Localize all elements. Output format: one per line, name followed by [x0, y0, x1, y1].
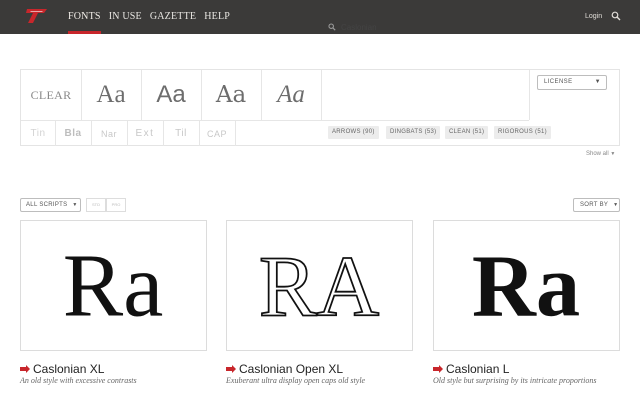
- chevron-down-icon: ▼: [72, 202, 78, 208]
- font-desc-3: Old style but surprising by its intricat…: [433, 376, 597, 385]
- sort-select[interactable]: SORT BY ▼: [573, 198, 620, 212]
- pointing-hand-icon: [226, 365, 236, 373]
- style-titling[interactable]: Til: [163, 121, 199, 146]
- sample-slab: Aa: [215, 82, 247, 108]
- font-card-1[interactable]: Ra: [20, 220, 207, 351]
- login-link[interactable]: Login: [585, 13, 602, 20]
- chevron-down-icon: ▼: [594, 79, 601, 85]
- font-name-1: Caslonian XL: [33, 362, 105, 376]
- sample-script: Aa: [277, 81, 305, 108]
- font-card-2[interactable]: RA: [226, 220, 413, 351]
- nav-in-use[interactable]: IN USE: [109, 0, 142, 34]
- font-title-2[interactable]: Caslonian Open XL: [226, 362, 343, 376]
- font-title-3[interactable]: Caslonian L: [433, 362, 509, 376]
- classification-slab[interactable]: Aa: [201, 70, 261, 120]
- search-icon: [328, 23, 336, 31]
- font-name-3: Caslonian L: [446, 362, 510, 376]
- show-all-label: Show all: [586, 151, 609, 157]
- font-specimen-1: Ra: [63, 235, 164, 336]
- pointing-hand-icon: [433, 365, 443, 373]
- style-extended[interactable]: Ext: [127, 121, 163, 146]
- style-thin[interactable]: Tin: [21, 121, 55, 146]
- license-label: LICENSE: [544, 79, 573, 85]
- font-search[interactable]: Caslonian: [328, 20, 377, 34]
- toggle-std[interactable]: STD: [86, 198, 106, 212]
- classification-serif[interactable]: Aa: [81, 70, 141, 120]
- style-titling-label: Til: [175, 128, 187, 139]
- tag-rigorous[interactable]: RIGOROUS (51): [494, 126, 551, 139]
- style-narrow[interactable]: Nar: [91, 121, 127, 146]
- tag-dingbats[interactable]: DINGBATS (53): [386, 126, 441, 139]
- nav-help[interactable]: HELP: [204, 0, 230, 34]
- font-desc-1: An old style with excessive contrasts: [20, 376, 137, 385]
- chevron-down-icon: ▼: [613, 202, 619, 208]
- sort-label: SORT BY: [580, 202, 609, 208]
- font-desc-2: Exuberant ultra display open caps old st…: [226, 376, 366, 385]
- search-icon[interactable]: [611, 11, 621, 21]
- license-select[interactable]: LICENSE ▼: [537, 75, 607, 90]
- font-name-2: Caslonian Open XL: [239, 362, 344, 376]
- style-extended-label: Ext: [135, 128, 155, 139]
- specimen-text-1: Ra: [63, 235, 164, 336]
- chevron-down-icon: ▼: [610, 151, 616, 157]
- style-black-label: Bla: [64, 128, 82, 139]
- font-card-3[interactable]: Ra: [433, 220, 620, 351]
- style-narrow-label: Nar: [100, 128, 117, 139]
- show-all-link[interactable]: Show all ▼: [586, 151, 615, 157]
- tag-arrows[interactable]: ARROWS (90): [328, 126, 379, 139]
- style-thin-label: Tin: [30, 128, 46, 139]
- search-input[interactable]: Caslonian: [341, 23, 377, 32]
- clear-button[interactable]: CLEAR: [21, 70, 81, 120]
- style-caps[interactable]: CAP: [199, 121, 235, 146]
- pointing-hand-icon: [20, 365, 30, 373]
- style-black[interactable]: Bla: [55, 121, 91, 146]
- toggle-pro[interactable]: PRO: [106, 198, 126, 212]
- font-specimen-2: RA: [258, 238, 380, 336]
- main-nav: FONTS IN USE GAZETTE HELP: [68, 0, 238, 34]
- sample-serif: Aa: [96, 81, 126, 108]
- sample-sans: Aa: [156, 81, 186, 108]
- specimen-text-2: RA: [259, 239, 379, 335]
- scripts-label: ALL SCRIPTS: [26, 202, 68, 208]
- logo-icon[interactable]: [25, 7, 49, 25]
- nav-gazette[interactable]: GAZETTE: [150, 0, 196, 34]
- font-specimen-3: Ra: [472, 238, 580, 336]
- specimen-text-3: Ra: [472, 238, 580, 336]
- scripts-select[interactable]: ALL SCRIPTS ▼: [20, 198, 81, 212]
- style-caps-label: CAP: [206, 128, 227, 139]
- tag-clean[interactable]: CLEAN (51): [445, 126, 489, 139]
- classification-script[interactable]: Aa: [261, 70, 321, 120]
- font-title-1[interactable]: Caslonian XL: [20, 362, 104, 376]
- nav-fonts[interactable]: FONTS: [68, 0, 101, 34]
- clear-label: CLEAR: [30, 87, 72, 102]
- classification-sans[interactable]: Aa: [141, 70, 201, 120]
- top-bar: FONTS IN USE GAZETTE HELP Login: [0, 0, 640, 34]
